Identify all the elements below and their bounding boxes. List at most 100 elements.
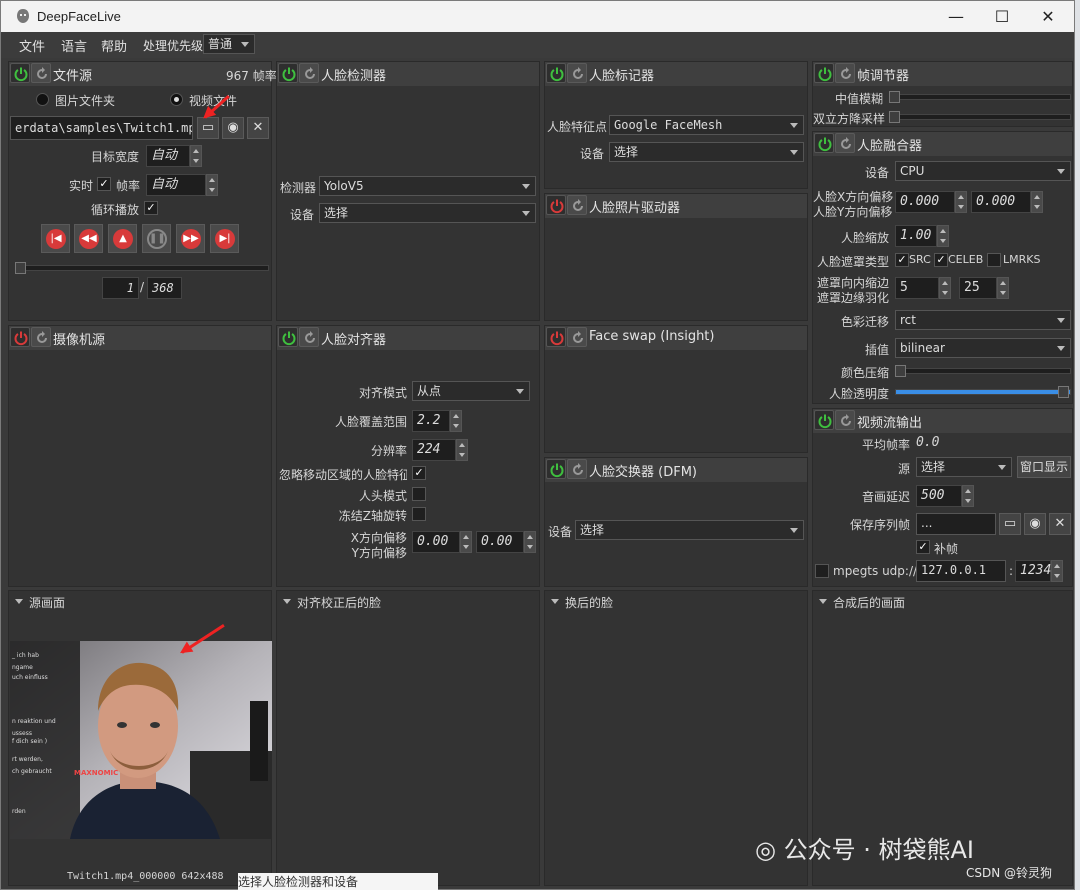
- coverage-input[interactable]: 2.2: [412, 410, 450, 432]
- power-on-icon[interactable]: [546, 63, 566, 83]
- menu-help[interactable]: 帮助: [101, 36, 127, 55]
- menu-language[interactable]: 语言: [61, 36, 87, 55]
- spinbox-arrows[interactable]: [450, 410, 462, 432]
- detector-select[interactable]: YoloV5: [319, 176, 536, 196]
- seek-begin-button[interactable]: |◀: [41, 224, 70, 253]
- reset-icon[interactable]: [835, 410, 855, 430]
- priority-select[interactable]: 普通: [203, 34, 255, 54]
- maximize-button[interactable]: ☐: [979, 1, 1025, 32]
- radio-video-file[interactable]: [170, 93, 183, 106]
- spinbox-arrows[interactable]: [955, 191, 967, 213]
- file-path-input[interactable]: erdata\samples\Twitch1.mp4: [10, 116, 193, 140]
- close-button[interactable]: ✕: [1025, 1, 1071, 32]
- spinbox-arrows[interactable]: [460, 531, 472, 553]
- mask-blur-input[interactable]: 25: [959, 277, 997, 299]
- freeze-z-checkbox[interactable]: [412, 507, 426, 521]
- radio-image-folder[interactable]: [36, 93, 49, 106]
- face-x-offset-input[interactable]: 0.000: [895, 191, 955, 213]
- spinbox-arrows[interactable]: [206, 174, 218, 196]
- device-select[interactable]: 选择: [319, 203, 536, 223]
- bilateral-handle[interactable]: [889, 111, 900, 123]
- power-on-icon[interactable]: [814, 410, 834, 430]
- realtime-checkbox[interactable]: [97, 177, 111, 191]
- minimize-button[interactable]: —: [933, 1, 979, 32]
- align-mode-select[interactable]: 从点: [412, 381, 530, 401]
- spinbox-arrows[interactable]: [937, 225, 949, 247]
- power-on-icon[interactable]: [278, 63, 298, 83]
- eye-icon[interactable]: ◉: [1024, 513, 1046, 535]
- resolution-input[interactable]: 224: [412, 439, 456, 461]
- device-select[interactable]: CPU: [895, 161, 1071, 181]
- mpegts-checkbox[interactable]: [815, 564, 829, 578]
- mpegts-port-input[interactable]: 1234: [1015, 560, 1051, 582]
- fps-input[interactable]: 自动: [146, 174, 206, 196]
- face-y-offset-input[interactable]: 0.000: [971, 191, 1031, 213]
- mask-erode-input[interactable]: 5: [895, 277, 939, 299]
- reset-icon[interactable]: [835, 63, 855, 83]
- spinbox-arrows[interactable]: [939, 277, 951, 299]
- reset-icon[interactable]: [835, 133, 855, 153]
- window-show-button[interactable]: 窗口显示: [1017, 456, 1071, 478]
- viewer-header[interactable]: 源画面: [9, 591, 271, 611]
- power-off-icon[interactable]: [546, 195, 566, 215]
- median-blur-handle[interactable]: [889, 91, 900, 103]
- power-off-icon[interactable]: [546, 327, 566, 347]
- av-delay-input[interactable]: 500: [916, 485, 962, 507]
- y-offset-input[interactable]: 0.00: [476, 531, 524, 553]
- opacity-slider[interactable]: [895, 389, 1071, 395]
- seek-forward-button[interactable]: ▶▶: [176, 224, 205, 253]
- clear-icon[interactable]: ✕: [247, 117, 269, 139]
- reset-icon[interactable]: [299, 63, 319, 83]
- color-compress-slider[interactable]: [895, 368, 1071, 374]
- opacity-handle[interactable]: [1058, 386, 1069, 398]
- power-on-icon[interactable]: [278, 327, 298, 347]
- bilateral-slider[interactable]: [889, 114, 1071, 120]
- mpegts-host-input[interactable]: 127.0.0.1: [916, 560, 1006, 582]
- spinbox-arrows[interactable]: [456, 439, 468, 461]
- pause-button[interactable]: ❚❚: [142, 224, 171, 253]
- face-scale-input[interactable]: 1.00: [895, 225, 937, 247]
- mask-lmrks-checkbox[interactable]: [987, 253, 1001, 267]
- color-transfer-select[interactable]: rct: [895, 310, 1071, 330]
- reset-icon[interactable]: [567, 459, 587, 479]
- reset-icon[interactable]: [299, 327, 319, 347]
- spinbox-arrows[interactable]: [1031, 191, 1043, 213]
- clear-icon[interactable]: ✕: [1049, 513, 1071, 535]
- viewer-header[interactable]: 合成后的画面: [813, 591, 1072, 611]
- reset-icon[interactable]: [31, 63, 51, 83]
- menu-file[interactable]: 文件: [19, 36, 45, 55]
- median-blur-slider[interactable]: [889, 94, 1071, 100]
- viewer-header[interactable]: 换后的脸: [545, 591, 807, 611]
- head-mode-checkbox[interactable]: [412, 487, 426, 501]
- power-on-icon[interactable]: [814, 133, 834, 153]
- seek-slider[interactable]: [15, 265, 269, 271]
- save-path-input[interactable]: ...: [916, 513, 996, 535]
- spinbox-arrows[interactable]: [962, 485, 974, 507]
- marker-select[interactable]: Google FaceMesh: [609, 115, 804, 135]
- play-button[interactable]: ▲: [108, 224, 137, 253]
- fill-frames-checkbox[interactable]: [916, 540, 930, 554]
- seek-slider-handle[interactable]: [15, 262, 26, 274]
- device-select[interactable]: 选择: [575, 520, 804, 540]
- x-offset-input[interactable]: 0.00: [412, 531, 460, 553]
- power-on-icon[interactable]: [10, 63, 30, 83]
- reset-icon[interactable]: [31, 327, 51, 347]
- eye-icon[interactable]: ◉: [222, 117, 244, 139]
- exclude-moving-checkbox[interactable]: [412, 466, 426, 480]
- interpolation-select[interactable]: bilinear: [895, 338, 1071, 358]
- folder-open-icon[interactable]: ▭: [999, 513, 1021, 535]
- power-on-icon[interactable]: [814, 63, 834, 83]
- spinbox-arrows[interactable]: [524, 531, 536, 553]
- frame-current-input[interactable]: 1: [102, 277, 139, 299]
- spinbox-arrows[interactable]: [997, 277, 1009, 299]
- seek-backward-button[interactable]: ◀◀: [74, 224, 103, 253]
- target-width-input[interactable]: 自动: [146, 145, 190, 167]
- reset-icon[interactable]: [567, 63, 587, 83]
- loop-checkbox[interactable]: [144, 201, 158, 215]
- reset-icon[interactable]: [567, 327, 587, 347]
- power-off-icon[interactable]: [10, 327, 30, 347]
- power-on-icon[interactable]: [546, 459, 566, 479]
- device-select[interactable]: 选择: [609, 142, 804, 162]
- spinbox-arrows[interactable]: [190, 145, 202, 167]
- seek-end-button[interactable]: ▶|: [210, 224, 239, 253]
